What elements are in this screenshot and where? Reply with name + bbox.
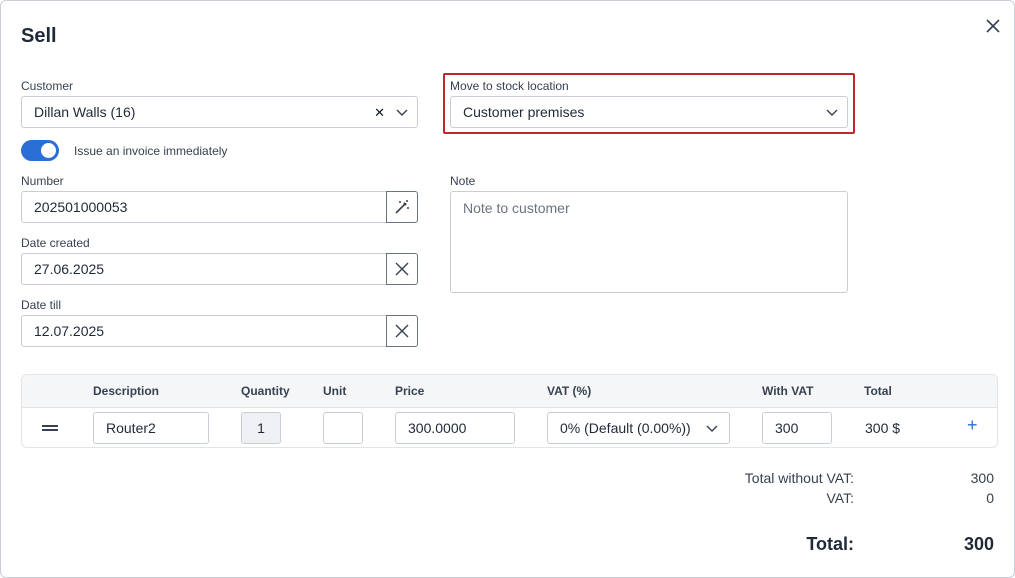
clear-x-icon[interactable]: ✕	[374, 106, 385, 119]
customer-value: Dillan Walls (16)	[34, 104, 136, 120]
row-total: 300 $	[865, 420, 901, 436]
date-till-value: 12.07.2025	[34, 323, 105, 339]
description-input[interactable]: Router2	[93, 412, 209, 444]
clear-x-icon	[395, 262, 409, 276]
chevron-down-icon	[706, 425, 718, 432]
sell-dialog: Sell Customer Dillan Walls (16) ✕ Move t…	[0, 0, 1015, 578]
dialog-title: Sell	[21, 25, 57, 47]
grand-total-label: Total:	[806, 534, 854, 554]
table-header: Description Quantity Unit Price VAT (%) …	[22, 375, 997, 408]
number-value: 202501000053	[34, 199, 128, 215]
items-table: Description Quantity Unit Price VAT (%) …	[21, 374, 998, 448]
date-created-label: Date created	[21, 236, 90, 250]
quantity-value: 1	[257, 420, 265, 436]
header-quantity: Quantity	[241, 384, 290, 398]
vat-label: VAT:	[826, 490, 855, 506]
issue-invoice-label: Issue an invoice immediately	[74, 144, 228, 158]
note-label: Note	[450, 174, 476, 188]
note-textarea[interactable]	[450, 191, 848, 293]
date-created-input[interactable]: 27.06.2025	[21, 253, 387, 285]
with-vat-input[interactable]: 300	[762, 412, 832, 444]
generate-number-button[interactable]	[386, 191, 418, 223]
price-value: 300.0000	[408, 420, 467, 436]
toggle-knob	[41, 143, 56, 158]
date-till-label: Date till	[21, 298, 62, 312]
grand-total-value: 300	[963, 534, 994, 554]
plus-icon[interactable]: +	[967, 415, 978, 436]
number-input[interactable]: 202501000053	[21, 191, 387, 223]
issue-invoice-toggle[interactable]	[21, 140, 59, 161]
customer-label: Customer	[21, 79, 74, 93]
header-price: Price	[395, 384, 425, 398]
description-value: Router2	[106, 420, 156, 436]
header-unit: Unit	[323, 384, 347, 398]
total-without-vat-label: Total without VAT:	[744, 470, 854, 486]
total-without-vat-value: 300	[970, 470, 994, 486]
quantity-field: 1	[241, 412, 281, 444]
date-till-input[interactable]: 12.07.2025	[21, 315, 387, 347]
header-total: Total	[864, 384, 892, 398]
clear-x-icon	[395, 324, 409, 338]
date-created-value: 27.06.2025	[34, 261, 105, 277]
unit-input[interactable]	[323, 412, 363, 444]
close-icon[interactable]	[983, 16, 1003, 36]
vat-value: 0	[986, 490, 994, 506]
stock-location-value: Customer premises	[463, 104, 585, 120]
drag-handle-icon[interactable]	[42, 425, 58, 431]
clear-date-till-button[interactable]	[386, 315, 418, 347]
with-vat-value: 300	[775, 420, 799, 436]
header-with-vat: With VAT	[762, 384, 814, 398]
clear-date-created-button[interactable]	[386, 253, 418, 285]
chevron-down-icon[interactable]	[395, 105, 409, 119]
chevron-down-icon[interactable]	[825, 105, 839, 119]
header-description: Description	[93, 384, 160, 398]
stock-location-label: Move to stock location	[450, 79, 569, 93]
header-vat: VAT (%)	[547, 384, 592, 398]
vat-select[interactable]: 0% (Default (0.00%))	[547, 412, 730, 444]
vat-value: 0% (Default (0.00%))	[560, 420, 691, 436]
magic-wand-icon	[395, 200, 409, 214]
stock-location-select[interactable]: Customer premises	[450, 96, 848, 128]
customer-select[interactable]: Dillan Walls (16) ✕	[21, 96, 418, 128]
price-input[interactable]: 300.0000	[395, 412, 515, 444]
number-label: Number	[21, 174, 64, 188]
